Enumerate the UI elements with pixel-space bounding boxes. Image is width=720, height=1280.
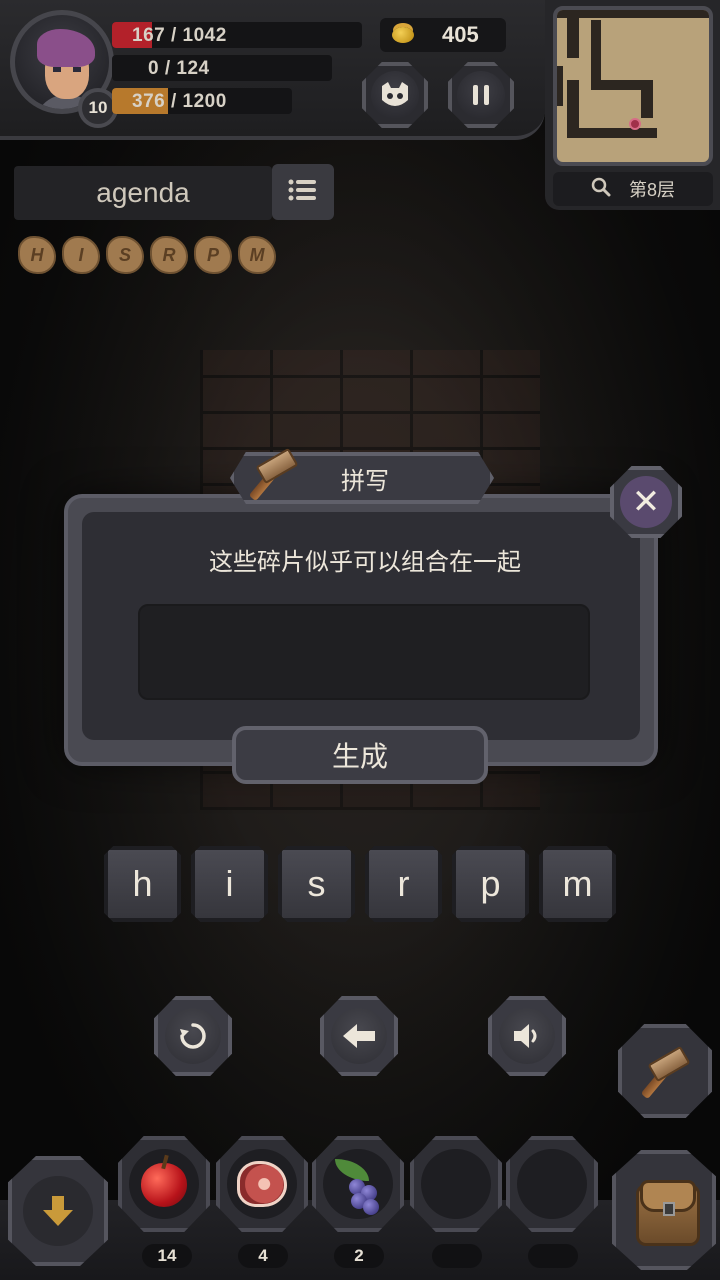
hp-bar: 167 / 1042 xyxy=(112,22,362,48)
craft-button[interactable] xyxy=(618,1024,712,1118)
letter-tile[interactable]: s xyxy=(278,846,355,922)
target-word: agenda xyxy=(14,166,272,220)
collected-shards: H I S R P M xyxy=(18,236,276,274)
avatar-hair xyxy=(37,29,95,67)
gold-counter: 405 xyxy=(380,18,506,52)
map-wall xyxy=(557,10,709,18)
map-wall xyxy=(557,66,563,106)
list-icon xyxy=(288,179,318,206)
berry xyxy=(363,1199,379,1215)
letter-tile[interactable]: p xyxy=(452,846,529,922)
hammer-icon xyxy=(248,447,302,502)
map-wall xyxy=(641,80,653,118)
map-wall xyxy=(591,20,601,90)
inventory-slot-empty[interactable] xyxy=(506,1136,598,1232)
gold-amount: 405 xyxy=(442,22,479,47)
reset-button[interactable] xyxy=(154,996,232,1076)
hp-text: 167 / 1042 xyxy=(132,25,227,46)
xp-bar: 376 / 1200 xyxy=(112,88,292,114)
item-count xyxy=(432,1244,482,1268)
inventory-slot-apple[interactable] xyxy=(118,1136,210,1232)
sound-button[interactable] xyxy=(488,996,566,1076)
letter-shard: H xyxy=(18,236,56,274)
letter-shard: S xyxy=(106,236,144,274)
inventory-slot-berries[interactable] xyxy=(312,1136,404,1232)
letter-tile[interactable]: i xyxy=(191,846,268,922)
minimap-view xyxy=(553,6,713,166)
dialog-message: 这些碎片似乎可以组合在一起 xyxy=(209,549,521,576)
item-count xyxy=(528,1244,578,1268)
hammer-head xyxy=(647,1045,691,1083)
apple-icon xyxy=(129,1149,199,1219)
apple-fruit xyxy=(141,1163,187,1207)
backpack-button[interactable] xyxy=(612,1150,716,1270)
mana-text: 0 / 124 xyxy=(148,58,210,79)
mana-bar: 0 / 124 xyxy=(112,55,332,81)
spelling-answer-field[interactable] xyxy=(138,604,590,700)
item-count: 2 xyxy=(334,1244,384,1268)
hammer-icon xyxy=(640,1045,694,1100)
item-count: 14 xyxy=(142,1244,192,1268)
empty-slot xyxy=(421,1149,491,1219)
word-list-button[interactable] xyxy=(272,164,334,220)
letter-tile[interactable]: m xyxy=(539,846,616,922)
map-wall xyxy=(601,80,641,90)
avatar-eye xyxy=(73,67,81,72)
backspace-button[interactable] xyxy=(320,996,398,1076)
letter-tiles: h i s r p m xyxy=(104,846,616,922)
minimap-panel[interactable]: 第8层 xyxy=(545,0,720,210)
generate-button[interactable]: 生成 xyxy=(232,726,488,784)
dialog-title: 拼写 xyxy=(341,467,389,495)
backpack-buckle xyxy=(663,1202,675,1216)
pause-icon xyxy=(457,71,505,119)
meat-steak xyxy=(237,1161,287,1207)
meat-icon xyxy=(227,1149,297,1219)
pet-face-icon xyxy=(371,71,419,119)
letter-tile[interactable]: h xyxy=(104,846,181,922)
item-count: 4 xyxy=(238,1244,288,1268)
down-arrow-icon xyxy=(23,1176,93,1246)
descend-button[interactable] xyxy=(8,1156,108,1266)
map-wall xyxy=(567,128,657,138)
map-wall xyxy=(567,10,579,58)
berries-icon xyxy=(323,1149,393,1219)
hammer-head xyxy=(255,447,299,485)
magnifier-icon[interactable] xyxy=(591,177,611,202)
letter-shard: M xyxy=(238,236,276,274)
speaker-icon xyxy=(499,1008,555,1064)
map-player-marker xyxy=(629,118,641,130)
gold-coin-icon xyxy=(392,27,414,43)
floor-number: 第8层 xyxy=(628,180,675,200)
berry-leaf xyxy=(335,1159,369,1181)
letter-shard: R xyxy=(150,236,188,274)
left-arrow-icon xyxy=(331,1008,387,1064)
close-icon: ✕ xyxy=(620,476,672,528)
letter-shard: P xyxy=(194,236,232,274)
empty-slot xyxy=(517,1149,587,1219)
reset-icon xyxy=(165,1008,221,1064)
floor-indicator: 第8层 xyxy=(553,172,713,206)
letter-shard: I xyxy=(62,236,100,274)
inventory-slot-empty[interactable] xyxy=(410,1136,502,1232)
avatar-eye xyxy=(53,67,61,72)
xp-text: 376 / 1200 xyxy=(132,91,227,112)
letter-tile[interactable]: r xyxy=(365,846,442,922)
inventory-slot-meat[interactable] xyxy=(216,1136,308,1232)
